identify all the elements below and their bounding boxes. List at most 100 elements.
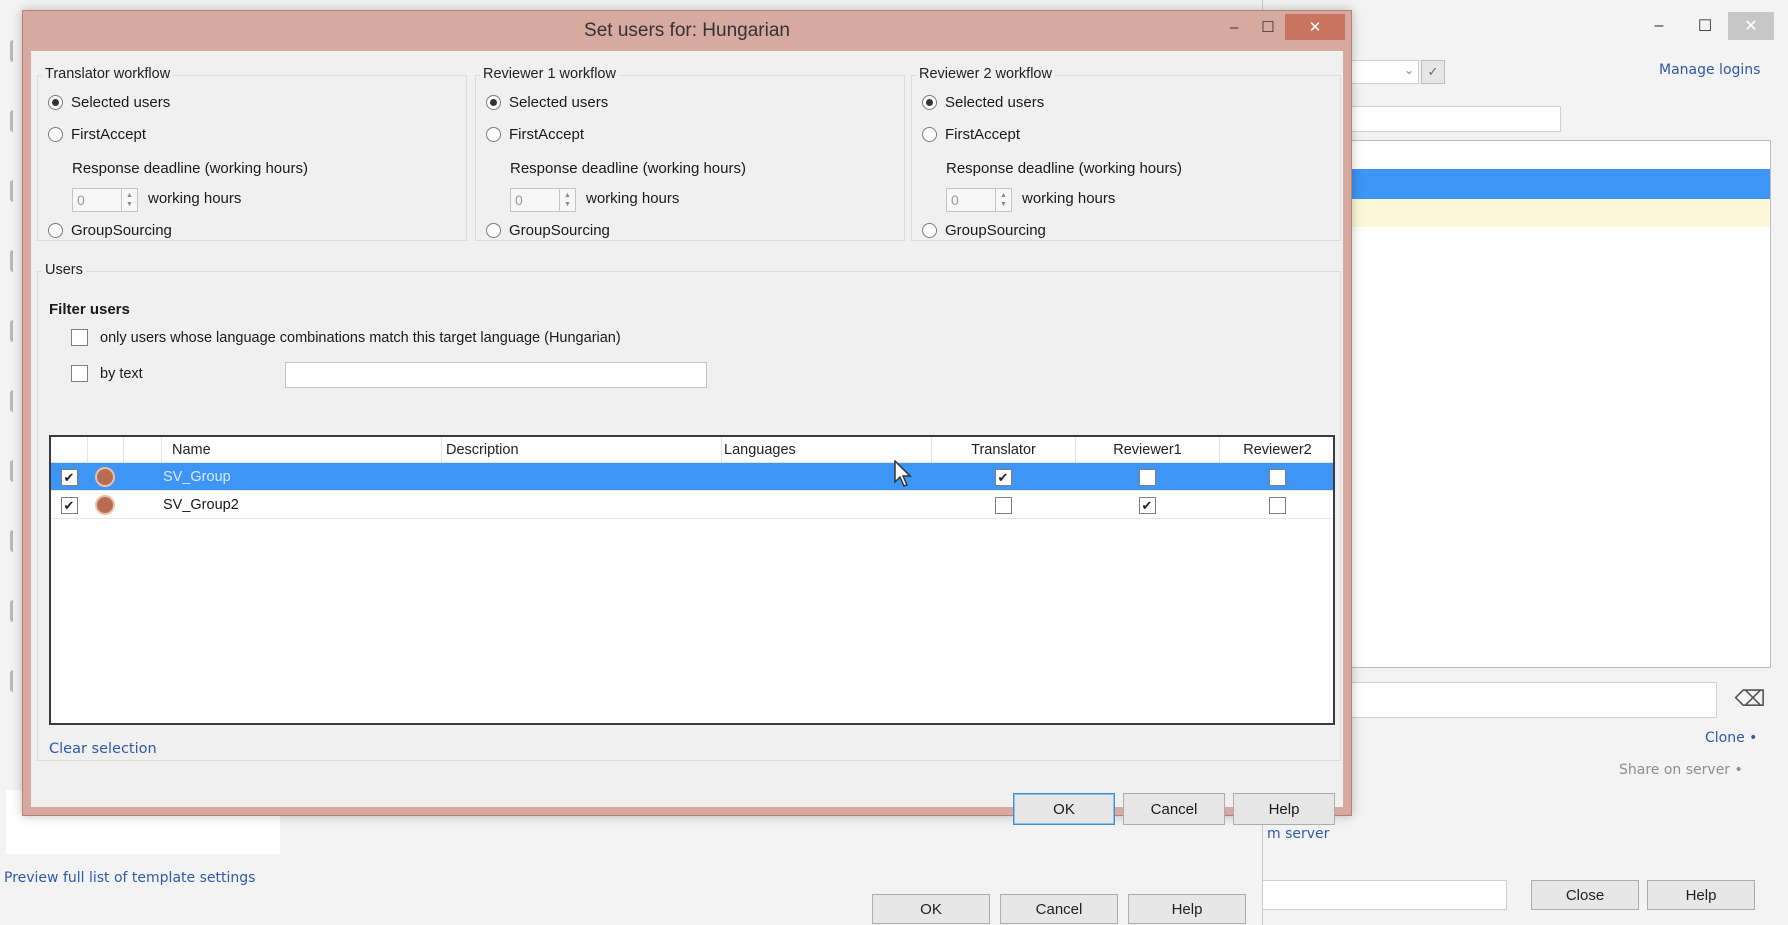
radio-icon[interactable] [48, 95, 63, 110]
from-server-link[interactable]: m server [1267, 826, 1329, 842]
radio-icon[interactable] [486, 127, 501, 142]
row-name: SV_Group2 [163, 497, 239, 513]
reviewer2-checkbox[interactable] [1268, 496, 1286, 514]
deadline-spinner[interactable]: 0 ▲ ▼ [72, 188, 138, 212]
column-header-reviewer1[interactable]: Reviewer1 [1075, 437, 1219, 463]
group-sourcing-radio[interactable]: GroupSourcing [48, 222, 172, 239]
column-header-translator[interactable]: Translator [931, 437, 1075, 463]
minimize-icon[interactable]: – [1636, 12, 1682, 40]
column-header-name[interactable]: Name [161, 437, 441, 463]
right-help-button[interactable]: Help [1647, 880, 1755, 910]
reviewer1-checkbox[interactable]: ✔ [1138, 496, 1156, 514]
spinner-arrows-icon[interactable]: ▲ ▼ [559, 189, 575, 211]
close-icon[interactable]: ✕ [1285, 14, 1345, 40]
selected-users-radio[interactable]: Selected users [486, 94, 608, 111]
deadline-spinner[interactable]: 0 ▲ ▼ [510, 188, 576, 212]
radio-icon[interactable] [486, 223, 501, 238]
checkbox-label: by text [100, 365, 143, 382]
manage-logins-link[interactable]: Manage logins [1659, 62, 1760, 78]
minimize-icon[interactable]: – [1217, 14, 1251, 40]
broom-icon[interactable]: ⌫ [1733, 682, 1767, 716]
close-icon[interactable]: ✕ [1728, 12, 1774, 40]
deadline-value[interactable]: 0 [511, 189, 559, 211]
clear-selection-link[interactable]: Clear selection [49, 741, 157, 757]
ok-button[interactable]: OK [1013, 793, 1115, 825]
filter-text-input[interactable] [285, 362, 707, 388]
deadline-value[interactable]: 0 [73, 189, 121, 211]
tool-icon [10, 670, 20, 692]
tool-icon [10, 600, 20, 622]
checkbox-icon[interactable] [71, 365, 88, 382]
group-icon [95, 467, 115, 487]
check-icon[interactable]: ✓ [1421, 60, 1445, 84]
deadline-label: Response deadline (working hours) [72, 160, 308, 177]
radio-icon[interactable] [922, 95, 937, 110]
clone-link[interactable]: Clone • [1705, 730, 1757, 746]
filter-users-heading: Filter users [49, 301, 130, 318]
set-users-dialog: Set users for: Hungarian – ☐ ✕ Translato… [22, 10, 1352, 825]
deadline-value[interactable]: 0 [947, 189, 995, 211]
group-title: Reviewer 1 workflow [480, 66, 619, 82]
radio-icon[interactable] [486, 95, 501, 110]
row-checkbox[interactable]: ✔ [60, 496, 78, 514]
reviewer1-checkbox[interactable] [1138, 468, 1156, 486]
maximize-icon[interactable]: ☐ [1251, 14, 1285, 40]
tool-icon [10, 180, 20, 202]
deadline-spinner[interactable]: 0 ▲ ▼ [946, 188, 1012, 212]
group-sourcing-radio[interactable]: GroupSourcing [922, 222, 1046, 239]
dialog-body: Translator workflow Selected users First… [31, 51, 1343, 825]
working-hours-label: working hours [586, 190, 680, 207]
tool-icon [10, 390, 20, 412]
cancel-button[interactable]: Cancel [1123, 793, 1225, 825]
filter-text-checkbox[interactable]: by text [71, 365, 143, 382]
radio-label: Selected users [509, 94, 609, 111]
spinner-arrows-icon[interactable]: ▲ ▼ [995, 189, 1011, 211]
table-row[interactable]: ✔ SV_Group ✔ [51, 463, 1333, 491]
working-hours-label: working hours [1022, 190, 1116, 207]
radio-label: GroupSourcing [71, 222, 172, 239]
table-row[interactable]: ✔ SV_Group2 ✔ [51, 491, 1333, 519]
first-accept-radio[interactable]: FirstAccept [48, 126, 146, 143]
preview-settings-link[interactable]: Preview full list of template settings [4, 870, 255, 886]
path-field[interactable] [1263, 880, 1507, 910]
grid-header: Name Description Languages Translator Re… [51, 437, 1333, 463]
reviewer2-workflow-group: Reviewer 2 workflow Selected users First… [911, 66, 1341, 241]
background-ok-button[interactable]: OK [872, 894, 990, 924]
background-help-button[interactable]: Help [1128, 894, 1246, 924]
share-on-server-link: Share on server • [1619, 762, 1743, 778]
translator-checkbox[interactable]: ✔ [994, 468, 1012, 486]
radio-icon[interactable] [48, 127, 63, 142]
reviewer1-workflow-group: Reviewer 1 workflow Selected users First… [475, 66, 905, 241]
selected-users-radio[interactable]: Selected users [48, 94, 170, 111]
users-grid[interactable]: Name Description Languages Translator Re… [49, 435, 1335, 725]
first-accept-radio[interactable]: FirstAccept [486, 126, 584, 143]
maximize-icon[interactable]: ☐ [1682, 12, 1728, 40]
spinner-arrows-icon[interactable]: ▲ ▼ [121, 189, 137, 211]
group-sourcing-radio[interactable]: GroupSourcing [486, 222, 610, 239]
radio-icon[interactable] [922, 223, 937, 238]
tool-icon [10, 460, 20, 482]
column-header-reviewer2[interactable]: Reviewer2 [1219, 437, 1335, 463]
chevron-down-icon: ⌄ [1403, 63, 1414, 77]
first-accept-radio[interactable]: FirstAccept [922, 126, 1020, 143]
background-cancel-button[interactable]: Cancel [1000, 894, 1118, 924]
filter-language-checkbox[interactable]: only users whose language combinations m… [71, 329, 621, 346]
dialog-window-controls: – ☐ ✕ [1217, 14, 1345, 40]
radio-label: Selected users [945, 94, 1045, 111]
window-controls: – ☐ ✕ [1636, 12, 1774, 40]
radio-icon[interactable] [922, 127, 937, 142]
column-header-description[interactable]: Description [441, 437, 721, 463]
radio-label: GroupSourcing [509, 222, 610, 239]
checkbox-icon[interactable] [71, 329, 88, 346]
radio-icon[interactable] [48, 223, 63, 238]
selected-users-radio[interactable]: Selected users [922, 94, 1044, 111]
radio-label: FirstAccept [71, 126, 147, 143]
radio-label: Selected users [71, 94, 171, 111]
tool-icon [10, 110, 20, 132]
help-button[interactable]: Help [1233, 793, 1335, 825]
reviewer2-checkbox[interactable] [1268, 468, 1286, 486]
row-name: SV_Group [163, 469, 231, 485]
close-button[interactable]: Close [1531, 880, 1639, 910]
row-checkbox[interactable]: ✔ [60, 468, 78, 486]
translator-checkbox[interactable] [994, 496, 1012, 514]
